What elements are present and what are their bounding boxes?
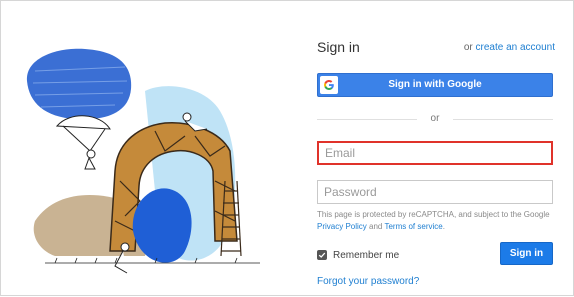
decorative-illustration (26, 48, 260, 274)
recaptcha-text: This page is protected by reCAPTCHA, and… (317, 210, 550, 219)
signin-page: Sign in or create an account Sign in wit… (0, 0, 574, 296)
signin-panel: Sign in or create an account Sign in wit… (317, 1, 555, 297)
remember-me-label: Remember me (333, 249, 400, 261)
recaptcha-period: . (442, 222, 445, 231)
or-divider: or (317, 113, 553, 125)
or-prefix: or (463, 42, 473, 53)
checkmark-icon (318, 252, 326, 258)
terms-of-service-link[interactable]: Terms of service (384, 222, 442, 231)
signin-with-google-button[interactable]: Sign in with Google (317, 73, 553, 97)
forgot-password-link[interactable]: Forgot your password? (317, 276, 419, 287)
email-field[interactable] (317, 141, 553, 165)
google-button-label: Sign in with Google (388, 79, 482, 90)
parachute-figure (55, 115, 111, 170)
password-field[interactable] (317, 180, 553, 204)
create-account-link[interactable]: create an account (476, 42, 556, 53)
page-title: Sign in (317, 39, 360, 55)
recaptcha-notice: This page is protected by reCAPTCHA, and… (317, 209, 553, 233)
remember-me-row: Remember me (317, 248, 399, 262)
create-account-row: or create an account (464, 42, 555, 53)
recaptcha-and: and (369, 222, 383, 231)
divider-line-right (453, 119, 553, 120)
signin-button[interactable]: Sign in (500, 242, 553, 265)
blue-scribble-cloud (26, 48, 132, 120)
privacy-policy-link[interactable]: Privacy Policy (317, 222, 367, 231)
remember-me-checkbox[interactable] (317, 250, 327, 260)
